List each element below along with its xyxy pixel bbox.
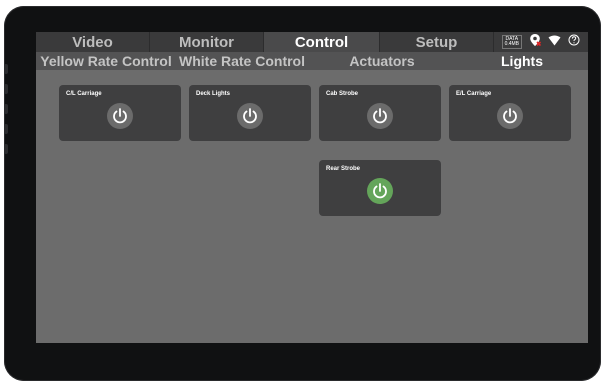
light-card-el-carriage: E/L Carriage xyxy=(449,85,571,141)
side-button xyxy=(4,104,8,114)
power-button[interactable] xyxy=(237,103,263,129)
side-button xyxy=(4,144,8,154)
subtab-lights[interactable]: Lights xyxy=(456,52,588,70)
tab-monitor[interactable]: Monitor xyxy=(150,32,264,52)
subtab-actuators[interactable]: Actuators xyxy=(308,52,456,70)
subtab-yellow-rate-control[interactable]: Yellow Rate Control xyxy=(36,52,176,70)
main-tab-bar: Video Monitor Control Setup DATA 0.4MB xyxy=(36,32,588,52)
power-icon xyxy=(243,108,257,124)
power-icon xyxy=(503,108,517,124)
sub-tab-bar: Yellow Rate Control White Rate Control A… xyxy=(36,52,588,70)
light-label: C/L Carriage xyxy=(66,91,102,97)
status-area: DATA 0.4MB xyxy=(494,32,588,52)
light-label: E/L Carriage xyxy=(456,91,492,97)
light-label: Deck Lights xyxy=(196,91,231,97)
light-label: Rear Strobe xyxy=(326,166,361,172)
wifi-icon[interactable] xyxy=(548,33,561,51)
light-card-cab-strobe: Cab Strobe xyxy=(319,85,441,141)
light-card-rear-strobe: Rear Strobe xyxy=(319,160,441,216)
app-screen: Video Monitor Control Setup DATA 0.4MB Y… xyxy=(36,32,588,343)
power-button[interactable] xyxy=(107,103,133,129)
tab-setup[interactable]: Setup xyxy=(380,32,494,52)
tab-control[interactable]: Control xyxy=(264,32,380,52)
light-card-deck-lights: Deck Lights xyxy=(189,85,311,141)
help-icon[interactable] xyxy=(568,33,580,51)
side-button xyxy=(4,64,8,74)
power-icon xyxy=(373,183,387,199)
data-rate-value: 0.4MB xyxy=(504,41,520,47)
side-button xyxy=(4,84,8,94)
side-button xyxy=(4,124,8,134)
data-rate-indicator: DATA 0.4MB xyxy=(501,35,523,49)
subtab-white-rate-control[interactable]: White Rate Control xyxy=(176,52,308,70)
tab-video[interactable]: Video xyxy=(36,32,150,52)
power-button[interactable] xyxy=(367,178,393,204)
light-card-cl-carriage: C/L Carriage xyxy=(59,85,181,141)
power-button[interactable] xyxy=(367,103,393,129)
light-label: Cab Strobe xyxy=(326,91,359,97)
power-icon xyxy=(113,108,127,124)
power-icon xyxy=(373,108,387,124)
map-pin-icon[interactable] xyxy=(529,33,542,52)
power-button[interactable] xyxy=(497,103,523,129)
